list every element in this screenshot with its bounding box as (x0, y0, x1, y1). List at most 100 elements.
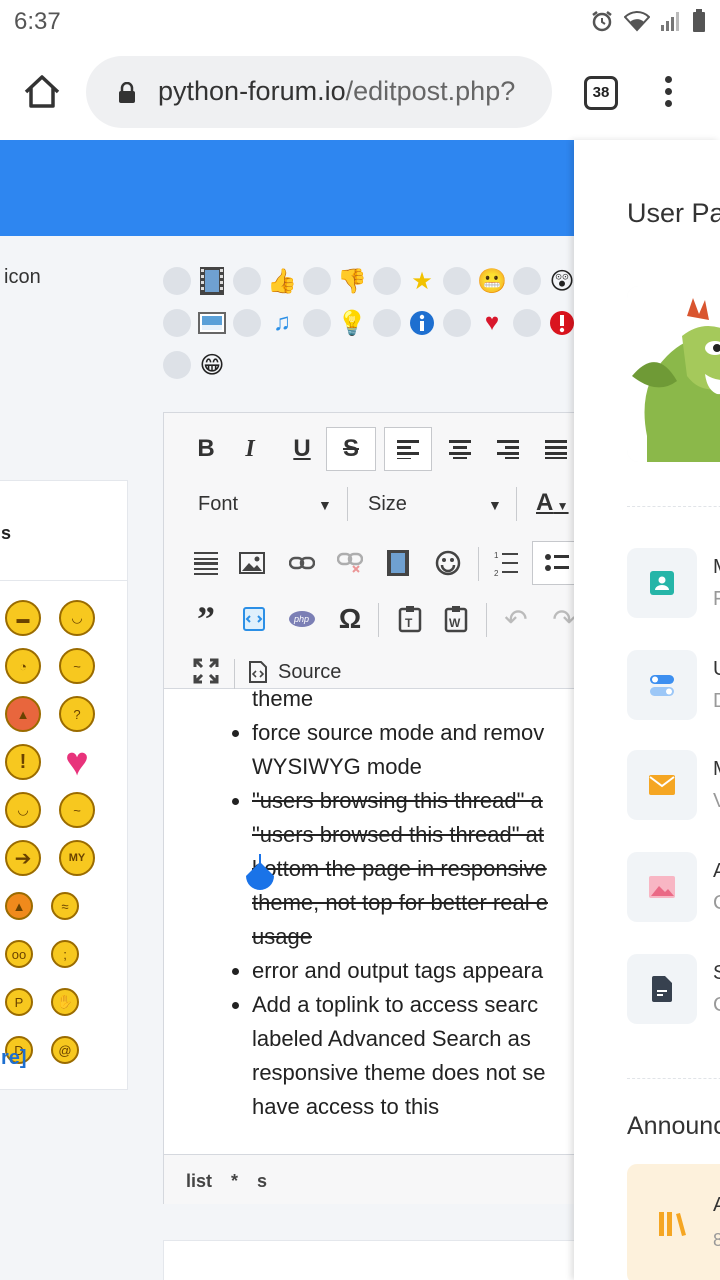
smilie-cry-icon[interactable]: ; (51, 940, 79, 968)
panel-item-subscriptions[interactable] (627, 954, 697, 1024)
more-smilies-link[interactable]: re] (1, 1047, 27, 1070)
post-icon-radio[interactable] (233, 309, 261, 337)
list-item: Add a toplink to access searc labeled Ad… (232, 988, 574, 1124)
strikethrough-button[interactable]: S (326, 427, 376, 471)
panel-item-messages[interactable] (627, 750, 697, 820)
unlink-button[interactable] (330, 543, 370, 583)
post-icon-radio[interactable] (513, 309, 541, 337)
bullet-list-button[interactable] (532, 541, 574, 585)
insert-video-button[interactable] (378, 543, 418, 583)
smilie-confused-icon[interactable]: ~ (59, 648, 95, 684)
undo-button[interactable]: ↶ (496, 599, 536, 639)
quote-button[interactable]: ” (186, 599, 226, 639)
status-icons (590, 8, 706, 34)
smilie-huh-icon[interactable]: ? (59, 696, 95, 732)
smilie-sleepy-icon[interactable]: ◡ (5, 792, 41, 828)
insert-image-button[interactable] (232, 543, 272, 583)
post-icon-radio[interactable] (443, 267, 471, 295)
smilie-sick-icon[interactable]: ≈ (51, 892, 79, 920)
smilie-arrow-icon[interactable]: ➔ (5, 840, 41, 876)
post-icon-picker: 👍 👎 ★ 😬 😲 ♫ 💡 ♥ 😁 (163, 260, 574, 386)
panel-item-settings[interactable] (627, 650, 697, 720)
post-icon-radio[interactable] (303, 267, 331, 295)
panel-item-label: A (713, 860, 720, 882)
smilie-exclamation-icon[interactable]: ! (5, 744, 41, 780)
panel-item-attachments[interactable] (627, 852, 697, 922)
tab-switcher-button[interactable]: 38 (584, 76, 618, 110)
source-label: Source (278, 660, 342, 683)
editor-bullet-list: theme force source mode and remov WYSIWY… (232, 690, 574, 1124)
panel-item-label: U (713, 658, 720, 681)
horizontal-rule-button[interactable] (186, 543, 226, 583)
smilie-tongue-icon[interactable]: P (5, 988, 33, 1016)
size-dropdown-caret-icon[interactable]: ▼ (488, 497, 502, 513)
font-dropdown-caret-icon[interactable]: ▼ (318, 497, 332, 513)
post-icon-radio[interactable] (443, 309, 471, 337)
smilie-rolleyes2-icon[interactable]: @ (51, 1036, 79, 1064)
post-icon-radio[interactable] (163, 267, 191, 295)
redo-button[interactable]: ↷ (544, 599, 574, 639)
post-icon-radio[interactable] (513, 267, 541, 295)
document-icon (652, 976, 672, 1002)
signal-icon (661, 12, 679, 31)
smilie-cool-icon[interactable]: ▬ (5, 600, 41, 636)
browser-toolbar: python-forum.io/editpost.php? 38 (0, 44, 720, 140)
list-item-continuation: theme (252, 690, 314, 711)
post-icon-radio[interactable] (163, 351, 191, 379)
smilie-my-icon[interactable]: MY (59, 840, 95, 876)
post-icon-radio[interactable] (163, 309, 191, 337)
home-icon[interactable] (22, 72, 62, 112)
bold-button[interactable]: B (186, 429, 226, 469)
underline-button[interactable]: U (282, 429, 322, 469)
panel-item-label: S (713, 962, 720, 984)
smilie-grin-icon[interactable]: ◡ (59, 600, 95, 636)
panel-item-label: M (713, 556, 720, 579)
editor-content-area[interactable]: theme force source mode and remov WYSIWY… (164, 690, 574, 1154)
thumbs-down-icon: 👎 (337, 267, 367, 295)
panel-item-profile[interactable] (627, 548, 697, 618)
text-cursor-handle-icon[interactable] (243, 854, 277, 894)
align-left-button[interactable] (384, 427, 432, 471)
post-icon-radio[interactable] (373, 267, 401, 295)
shocked-icon: 😲 (549, 267, 574, 295)
source-button[interactable]: Source (248, 657, 358, 687)
post-icon-radio[interactable] (233, 267, 261, 295)
status-bar: 6:37 (0, 0, 720, 44)
paste-word-button[interactable]: W (436, 599, 476, 639)
address-bar[interactable]: python-forum.io/editpost.php? (86, 56, 552, 128)
smilie-rolleyes-icon[interactable]: ◔ (5, 648, 41, 684)
maximize-button[interactable] (186, 651, 226, 691)
justify-button[interactable] (536, 429, 574, 469)
align-center-button[interactable] (440, 429, 480, 469)
text-color-button[interactable]: A ▼ (536, 489, 569, 517)
font-dropdown-label[interactable]: Font (198, 493, 238, 516)
browser-menu-button[interactable] (665, 76, 675, 112)
size-dropdown-label[interactable]: Size (368, 493, 407, 516)
music-icon: ♫ (273, 309, 291, 336)
align-right-button[interactable] (488, 429, 528, 469)
smilie-shy-icon[interactable]: oo (5, 940, 33, 968)
svg-text:2: 2 (494, 569, 499, 576)
paste-text-button[interactable]: T (390, 599, 430, 639)
smilie-dodgy-icon[interactable]: ~ (59, 792, 95, 828)
smilie-angry-icon[interactable]: ▲ (5, 696, 41, 732)
announcement-item[interactable]: A 8 (627, 1164, 720, 1280)
post-icon-row: 👍 👎 ★ 😬 😲 (163, 260, 574, 302)
insert-link-button[interactable] (282, 543, 322, 583)
ordered-list-button[interactable]: 12 (486, 543, 526, 583)
svg-text:1: 1 (494, 551, 499, 560)
smilie-hand-icon[interactable]: ✋ (51, 988, 79, 1016)
code-button[interactable] (234, 599, 274, 639)
info-icon (407, 308, 437, 338)
php-code-button[interactable]: php (282, 599, 322, 639)
post-icon-radio[interactable] (373, 309, 401, 337)
smilie-heart-icon[interactable]: ♥ (59, 740, 95, 784)
smilie-devil-icon[interactable]: ▲ (5, 892, 33, 920)
emoticon-button[interactable] (428, 543, 468, 583)
lightbulb-icon: 💡 (337, 309, 367, 337)
post-icon-radio[interactable] (303, 309, 331, 337)
source-icon (249, 661, 267, 683)
avatar[interactable] (627, 286, 720, 462)
special-character-button[interactable]: Ω (330, 599, 370, 639)
italic-button[interactable]: I (230, 429, 270, 469)
